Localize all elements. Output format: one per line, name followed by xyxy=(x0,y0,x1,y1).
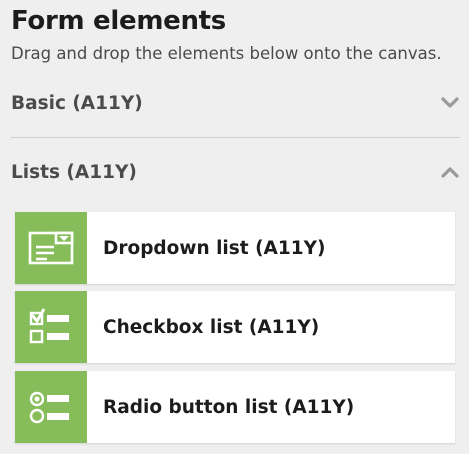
section-label-basic: Basic (A11Y) xyxy=(11,92,143,114)
list-item-radio-button-list[interactable]: Radio button list (A11Y) xyxy=(15,371,455,443)
chevron-down-icon[interactable] xyxy=(440,93,460,113)
list-item-label: Dropdown list (A11Y) xyxy=(103,237,326,259)
dropdown-list-icon xyxy=(15,212,87,284)
section-header-basic[interactable]: Basic (A11Y) xyxy=(11,86,460,120)
section-label-lists: Lists (A11Y) xyxy=(11,161,137,183)
list-item-checkbox-list[interactable]: Checkbox list (A11Y) xyxy=(15,291,455,363)
radio-button-list-icon xyxy=(15,371,87,443)
chevron-up-icon[interactable] xyxy=(440,162,460,182)
list-item-dropdown-list[interactable]: Dropdown list (A11Y) xyxy=(15,212,455,284)
form-elements-panel: Form elements Drag and drop the elements… xyxy=(0,0,469,454)
list-item-label: Checkbox list (A11Y) xyxy=(103,316,320,338)
panel-title: Form elements xyxy=(11,6,226,36)
checkbox-list-icon xyxy=(15,291,87,363)
section-divider xyxy=(11,137,460,138)
list-item-label: Radio button list (A11Y) xyxy=(103,396,355,418)
section-header-lists[interactable]: Lists (A11Y) xyxy=(11,155,460,189)
panel-subtitle: Drag and drop the elements below onto th… xyxy=(11,44,442,63)
